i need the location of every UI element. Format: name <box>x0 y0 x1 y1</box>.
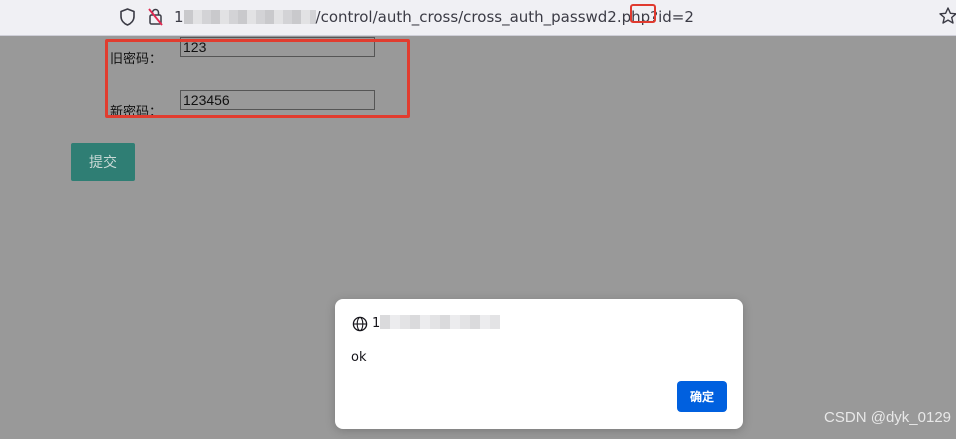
url-host-redacted <box>183 10 316 24</box>
globe-icon <box>352 316 368 332</box>
url-text[interactable]: 1/control/auth_cross/cross_auth_passwd2.… <box>174 7 694 27</box>
url-host: 1 <box>174 8 184 26</box>
shield-icon[interactable] <box>119 8 136 26</box>
dialog-ok-button[interactable]: 确定 <box>677 381 727 412</box>
blocked-lock-icon[interactable] <box>147 7 164 27</box>
dialog-origin-text: 1 <box>372 316 381 331</box>
alert-dialog: 1 ok 确定 <box>335 299 743 429</box>
dialog-origin-redacted <box>380 315 501 329</box>
watermark: CSDN @dyk_0129 <box>824 409 951 426</box>
url-id-highlight <box>630 4 656 23</box>
submit-button[interactable]: 提交 <box>71 143 135 181</box>
dialog-origin: 1 <box>372 315 501 331</box>
bookmark-star-icon[interactable] <box>938 6 956 26</box>
password-fields-highlight <box>105 39 410 118</box>
url-id-param: 2 <box>684 8 694 26</box>
dialog-message: ok <box>351 350 367 365</box>
browser-toolbar: 1/control/auth_cross/cross_auth_passwd2.… <box>0 0 956 36</box>
